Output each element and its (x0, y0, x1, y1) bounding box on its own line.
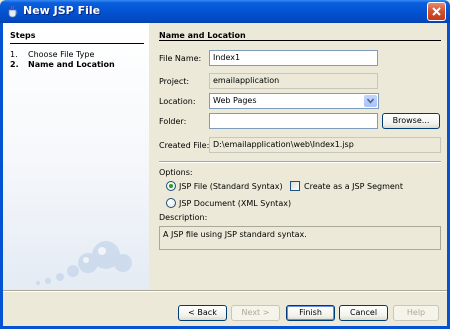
steps-heading: Steps (10, 31, 36, 40)
steps-panel: Steps 1. Choose File Type 2. Name and Loca… (3, 23, 149, 290)
java-cup-icon (6, 4, 20, 18)
file-name-label: File Name: (159, 54, 202, 63)
finish-button[interactable]: Finish (286, 305, 335, 321)
step-label: Name and Location (28, 60, 115, 69)
step-name-and-location: 2. Name and Location (10, 60, 115, 69)
step-number: 2. (10, 60, 19, 69)
project-label: Project: (159, 77, 190, 86)
jsp-document-radio[interactable] (166, 198, 176, 208)
jsp-document-radio-label[interactable]: JSP Document (XML Syntax) (179, 199, 291, 208)
folder-label: Folder: (159, 117, 187, 126)
help-button[interactable]: Help (393, 305, 439, 321)
next-button[interactable]: Next > (231, 305, 280, 321)
location-select[interactable]: Web Pages (209, 93, 379, 109)
close-icon (432, 7, 441, 16)
step-label: Choose File Type (28, 50, 95, 59)
options-label: Options: (159, 168, 193, 177)
steps-divider (10, 43, 144, 44)
section-heading: Name and Location (159, 31, 246, 40)
browse-button[interactable]: Browse... (382, 113, 440, 129)
button-bar-divider (3, 290, 447, 292)
title-bar[interactable]: New JSP File (0, 0, 450, 23)
project-field: emailapplication (209, 73, 378, 89)
jsp-segment-checkbox-label[interactable]: Create as a JSP Segment (304, 182, 403, 191)
back-button[interactable]: < Back (178, 305, 227, 321)
wizard-decoration-image (36, 241, 132, 285)
jsp-file-radio[interactable] (166, 181, 176, 191)
dropdown-arrow-button[interactable] (364, 95, 377, 107)
description-label: Description: (159, 213, 208, 222)
close-button[interactable] (427, 2, 446, 21)
step-choose-file-type: 1. Choose File Type (10, 50, 94, 59)
location-selected-value: Web Pages (213, 96, 257, 105)
file-name-input[interactable]: Index1 (209, 50, 378, 66)
window-title: New JSP File (23, 4, 101, 17)
section-divider (159, 40, 441, 41)
chevron-down-icon (367, 98, 374, 104)
folder-input[interactable] (209, 113, 378, 129)
description-box: A JSP file using JSP standard syntax. (159, 226, 441, 250)
cancel-button[interactable]: Cancel (339, 305, 388, 321)
location-label: Location: (159, 97, 196, 106)
options-divider (159, 161, 441, 163)
created-file-field: D:\emailapplication\web\Index1.jsp (209, 137, 441, 153)
created-file-label: Created File: (159, 141, 210, 150)
jsp-file-radio-label[interactable]: JSP File (Standard Syntax) (179, 182, 283, 191)
jsp-segment-checkbox[interactable] (290, 181, 300, 191)
step-number: 1. (10, 50, 18, 59)
description-text: A JSP file using JSP standard syntax. (163, 230, 307, 239)
